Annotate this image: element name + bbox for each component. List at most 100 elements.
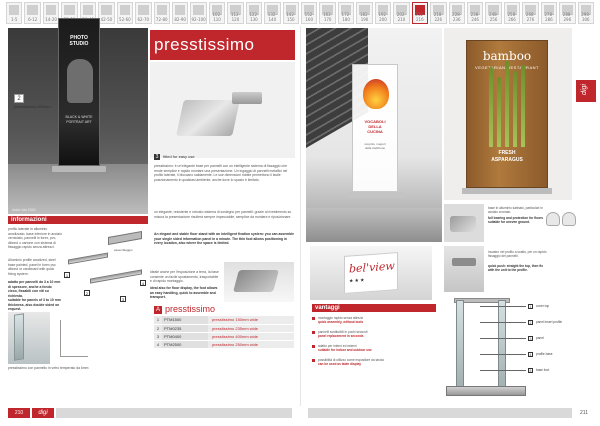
page-thumbnail[interactable]: 102-110 [208, 2, 226, 24]
thumbnail-image [9, 5, 20, 15]
thumbnail-page-range: 192-200 [378, 12, 388, 22]
thumbnail-page-range: 132-140 [267, 12, 277, 22]
banner-bamboo: bamboo VEGETARIAN RESTAURANT FRESH ASPAR… [466, 40, 548, 188]
portrait-shape [67, 59, 93, 103]
advantage-item: adatto per interni ed esterni suitable fo… [312, 344, 436, 353]
page-thumbnail[interactable]: 202-210 [393, 2, 410, 24]
glass-pane [14, 313, 24, 361]
sign-logo: bel'view [349, 259, 395, 276]
asparagus-graphic [489, 67, 493, 147]
step-label: fitted for easy use [163, 154, 195, 159]
thumbnail-page-range: 268-276 [525, 12, 535, 22]
product-idx: 2 [154, 324, 162, 333]
leader-line [480, 354, 526, 355]
banner-flame-subtitle: scoprire i sapori della tradizione [364, 142, 386, 150]
thumbnail-page-range: 212-216 [415, 12, 425, 22]
page-thumbnail[interactable]: 92-100 [190, 2, 207, 24]
page-thumbnail[interactable]: 72-80 [153, 2, 170, 24]
page-thumbnail[interactable]: 182-190 [356, 2, 373, 24]
table-sign: bel'view ★★★ [344, 252, 398, 294]
thumbnail-page-range: 62-70 [137, 17, 150, 22]
diagram-rail-1 [68, 252, 108, 265]
callout-label: presstissimo 800mm [14, 104, 51, 109]
leader-line [480, 370, 526, 371]
thumbnail-image [156, 5, 167, 15]
page-thumbnail[interactable]: 122-130 [245, 2, 263, 24]
page-thumbnail[interactable]: 258-266 [503, 2, 521, 24]
page-thumbnail[interactable]: 238-246 [466, 2, 484, 24]
step-number: 3 [154, 154, 160, 160]
page-thumbnail[interactable]: 248-256 [485, 2, 502, 24]
product-desc: presstissimo 250mm wide [208, 340, 294, 349]
page-thumbnail[interactable]: 132-140 [264, 2, 281, 24]
page-thumbnail[interactable]: 212-216 [411, 2, 429, 24]
diagram-rail-2 [90, 269, 142, 284]
thumbnail-page-range: 14-20 [45, 17, 57, 22]
thumbnail-page-range: 6-12 [28, 17, 38, 22]
page-thumbnail[interactable]: 288-296 [559, 2, 576, 24]
product-desc: presstissimo 235mm wide [208, 324, 294, 333]
bullet-icon [312, 317, 315, 320]
detail-2-text: incastro nel profilo a scatto, per un ra… [488, 250, 547, 259]
page-thumbnail[interactable]: 298-306 [577, 2, 594, 24]
thumbnail-page-range: 218-226 [433, 12, 443, 22]
info-header-label: informazioni [11, 217, 47, 223]
detail-1-text: base in alluminio satinato, particolari … [488, 206, 543, 215]
product-code: PTM1500 [162, 316, 208, 325]
intro-text-2: un elegante, resistente e robusto sistem… [154, 210, 292, 219]
thumbnail-page-range: 278-286 [544, 12, 554, 22]
banner-photo-studio: PHOTO STUDIO BLACK & WHITE PORTRAIT ART [58, 18, 100, 166]
asparagus-graphic [513, 71, 517, 147]
thumbnail-page-range: 92-100 [191, 17, 206, 22]
exploded-profile [456, 300, 464, 388]
page-thumbnail[interactable]: 162-170 [319, 2, 336, 24]
page-thumbnail[interactable]: 112-120 [227, 2, 244, 24]
page-footer: 210 digi 211 [0, 408, 600, 418]
detail-text: ideale anche per l'esposizione a terra, … [150, 270, 219, 284]
page-thumbnail[interactable]: 6-12 [24, 2, 41, 24]
thumbnail-page-range: 288-296 [562, 12, 572, 22]
table-display-photo: bel'view ★★★ [310, 246, 432, 300]
thumbnail-image [101, 5, 112, 15]
product-row: 3 PTM0400 presstissimo 400mm wide [154, 332, 294, 341]
page-thumbnail[interactable]: 218-226 [430, 2, 447, 24]
exploded-base [446, 386, 526, 396]
advantage-english: panel replacement in seconds [318, 334, 364, 339]
exploded-panel [498, 300, 506, 388]
thumbnail-page-range: 182-190 [359, 12, 370, 22]
thumbnail-image [82, 5, 94, 15]
product-row: 2 PTM0235 presstissimo 235mm wide [154, 324, 294, 333]
page-thumbnail[interactable]: 82-90 [171, 2, 189, 24]
product-letter: A [154, 305, 162, 314]
page-thumbnail[interactable]: 62-70 [135, 2, 152, 24]
page-thumbnail[interactable]: 268-276 [522, 2, 539, 24]
thumbnail-page-range: 258-266 [507, 12, 517, 22]
page-thumbnail[interactable]: 152-160 [301, 2, 318, 24]
advantage-english: can be used as table display [318, 362, 362, 367]
leader-line [480, 322, 526, 323]
thumbnail-page-range: 202-210 [396, 12, 406, 22]
page-thumbnail[interactable]: 192-200 [374, 2, 392, 24]
page-thumbnail[interactable]: 42-50 [98, 2, 115, 24]
page-thumbnail[interactable]: 52-60 [116, 2, 134, 24]
exploded-number: 4 [528, 352, 533, 357]
page-thumbnail[interactable]: 1-5 [6, 2, 23, 24]
thumbnail-page-range: 238-246 [470, 12, 480, 22]
exploded-label: panel [536, 336, 544, 340]
thumbnail-page-range: 42-50 [100, 17, 113, 22]
thumbnail-page-range: 142-150 [286, 12, 296, 22]
bullet-icon [312, 345, 315, 348]
diagram-number: 1 [64, 272, 70, 278]
brand-tag-left: digi [32, 408, 54, 418]
page-thumbnail[interactable]: 228-236 [448, 2, 465, 24]
page-thumbnail[interactable]: 142-150 [282, 2, 299, 24]
thumbnail-page-range: 82-90 [174, 17, 186, 22]
side-tab[interactable]: digi [576, 80, 596, 102]
page-thumbnail[interactable]: 14-20 [42, 2, 60, 24]
product-section-title: Apresstissimo [154, 304, 215, 314]
thumbnail-image [138, 5, 149, 15]
thumbnail-image [193, 5, 204, 15]
page-thumbnail[interactable]: 172-180 [337, 2, 355, 24]
photo-caption: dolce vita 2024 [12, 208, 36, 212]
page-thumbnail[interactable]: 278-286 [540, 2, 558, 24]
